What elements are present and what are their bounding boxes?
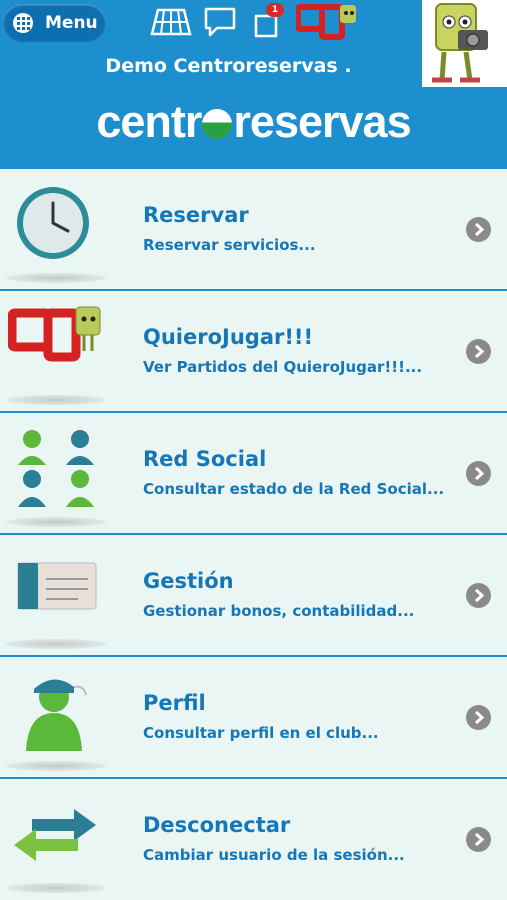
- menu-item-quierojugar[interactable]: QuieroJugar!!! Ver Partidos del QuieroJu…: [0, 289, 507, 411]
- quierojugar-logo-icon[interactable]: [296, 3, 362, 43]
- brand-logo: centr reservas: [0, 96, 507, 148]
- menu-item-subtitle: Ver Partidos del QuieroJugar!!!...: [143, 358, 423, 376]
- notification-badge: 1: [266, 3, 284, 17]
- court-icon[interactable]: [150, 6, 192, 38]
- icon-shadow: [6, 883, 106, 893]
- brand-ball-icon: [202, 109, 233, 139]
- card-icon: [17, 562, 97, 610]
- user-profile-icon: [26, 679, 87, 751]
- chevron-right-icon: [466, 217, 491, 242]
- menu-item-subtitle: Reservar servicios...: [143, 236, 316, 254]
- app-header: Menu 1 Demo Centroreservas . centr reserv…: [0, 0, 507, 167]
- menu-item-desconectar[interactable]: Desconectar Cambiar usuario de la sesión…: [0, 777, 507, 899]
- swap-arrows-icon: [14, 809, 96, 861]
- menu-label: Menu: [45, 13, 98, 33]
- chat-icon[interactable]: [203, 6, 237, 38]
- menu-item-red-social[interactable]: Red Social Consultar estado de la Red So…: [0, 411, 507, 533]
- icon-shadow: [6, 761, 106, 771]
- brand-left: centr: [96, 96, 202, 147]
- brand-right: reservas: [233, 96, 411, 147]
- quierojugar-logo-icon: [8, 306, 101, 362]
- menu-item-title: Desconectar: [143, 813, 291, 837]
- menu-item-gestion[interactable]: Gestión Gestionar bonos, contabilidad...: [0, 533, 507, 655]
- menu-item-title: Gestión: [143, 569, 234, 593]
- chevron-right-icon: [466, 583, 491, 608]
- people-group-icon: [18, 430, 94, 507]
- grid-icon: [13, 13, 33, 33]
- menu-item-subtitle: Consultar perfil en el club...: [143, 724, 379, 742]
- club-name: Demo Centroreservas .: [105, 55, 352, 77]
- menu-item-reservar[interactable]: Reservar Reservar servicios...: [0, 167, 507, 289]
- icon-shadow: [6, 395, 106, 405]
- menu-item-title: Red Social: [143, 447, 267, 471]
- menu-item-title: Perfil: [143, 691, 206, 715]
- menu-button[interactable]: Menu: [3, 4, 106, 42]
- icon-shadow: [6, 517, 106, 527]
- menu-item-title: QuieroJugar!!!: [143, 325, 314, 349]
- icon-shadow: [6, 639, 106, 649]
- chevron-right-icon: [466, 827, 491, 852]
- menu-item-subtitle: Gestionar bonos, contabilidad...: [143, 602, 415, 620]
- chevron-right-icon: [466, 339, 491, 364]
- clock-icon: [17, 187, 89, 259]
- chevron-right-icon: [466, 461, 491, 486]
- icon-shadow: [6, 273, 106, 283]
- menu-item-perfil[interactable]: Perfil Consultar perfil en el club...: [0, 655, 507, 777]
- menu-item-title: Reservar: [143, 203, 249, 227]
- menu-item-subtitle: Consultar estado de la Red Social...: [143, 480, 445, 498]
- menu-item-subtitle: Cambiar usuario de la sesión...: [143, 846, 405, 864]
- chevron-right-icon: [466, 705, 491, 730]
